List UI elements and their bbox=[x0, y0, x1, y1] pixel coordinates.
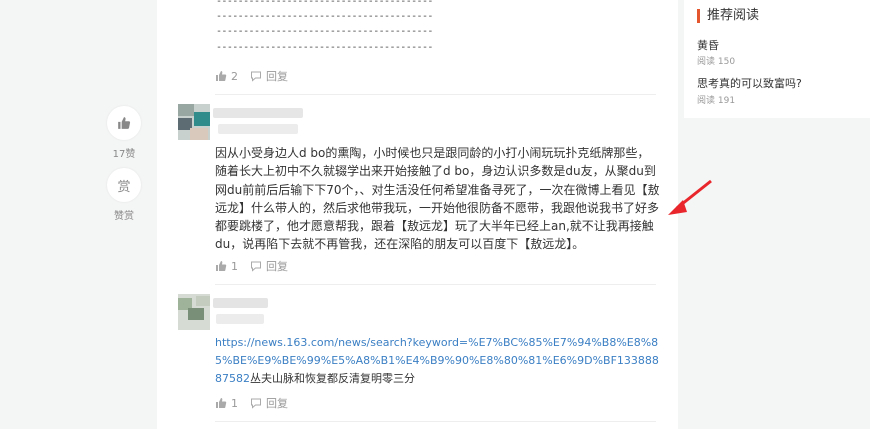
reply-button[interactable]: 回复 bbox=[266, 68, 288, 84]
username[interactable] bbox=[213, 298, 268, 308]
comment-actions: 1 回复 bbox=[215, 258, 288, 274]
thumbs-up-icon bbox=[118, 117, 131, 129]
read-count: 阅读 191 bbox=[697, 96, 736, 106]
like-count: 2 bbox=[231, 69, 238, 83]
divider bbox=[215, 284, 656, 285]
read-count: 阅读 150 bbox=[697, 57, 736, 67]
dashed-line: ---------------------------------------- bbox=[216, 26, 433, 37]
comment-text: https://news.163.com/news/search?keyword… bbox=[215, 334, 661, 388]
arrow-annotation-icon bbox=[668, 179, 712, 215]
reply-button[interactable]: 回复 bbox=[266, 395, 288, 411]
avatar[interactable] bbox=[178, 104, 210, 140]
thumbs-up-icon[interactable] bbox=[215, 397, 227, 409]
sidebar-item-link[interactable]: 思考真的可以致富吗? bbox=[697, 75, 802, 91]
dashed-line: ---------------------------------------- bbox=[216, 42, 433, 53]
like-count: 17赞 bbox=[112, 149, 136, 160]
avatar[interactable] bbox=[178, 294, 210, 330]
dashed-line: ---------------------------------------- bbox=[216, 11, 433, 22]
reply-icon[interactable] bbox=[250, 397, 262, 409]
sidebar-title: 推荐阅读 bbox=[697, 9, 759, 23]
reply-icon[interactable] bbox=[250, 260, 262, 272]
comment-time bbox=[216, 314, 264, 324]
divider bbox=[215, 94, 656, 95]
reply-icon[interactable] bbox=[250, 70, 262, 82]
reward-icon: 赏 bbox=[117, 179, 131, 195]
comment-text: 因从小受身边人d bo的熏陶，小时候也只是跟同龄的小打小闹玩玩扑克纸牌那些，随着… bbox=[215, 146, 660, 252]
comment-actions: 2 回复 bbox=[215, 68, 288, 84]
thumbs-up-icon[interactable] bbox=[215, 70, 227, 82]
sidebar-item-link[interactable]: 黄昏 bbox=[697, 37, 719, 53]
dashed-line: ---------------------------------------- bbox=[216, 0, 433, 7]
thumbs-up-icon[interactable] bbox=[215, 260, 227, 272]
like-count: 1 bbox=[231, 396, 238, 410]
divider bbox=[215, 421, 656, 422]
comment-time bbox=[218, 124, 298, 134]
like-count: 1 bbox=[231, 259, 238, 273]
reply-button[interactable]: 回复 bbox=[266, 258, 288, 274]
reward-button[interactable]: 赏 bbox=[107, 168, 141, 202]
like-button[interactable] bbox=[107, 106, 141, 140]
comment-actions: 1 回复 bbox=[215, 395, 288, 411]
reward-label: 赞赏 bbox=[114, 211, 134, 222]
comment-text-tail: 丛夫山脉和恢复都反清复明零三分 bbox=[250, 372, 415, 385]
username[interactable] bbox=[213, 108, 303, 118]
